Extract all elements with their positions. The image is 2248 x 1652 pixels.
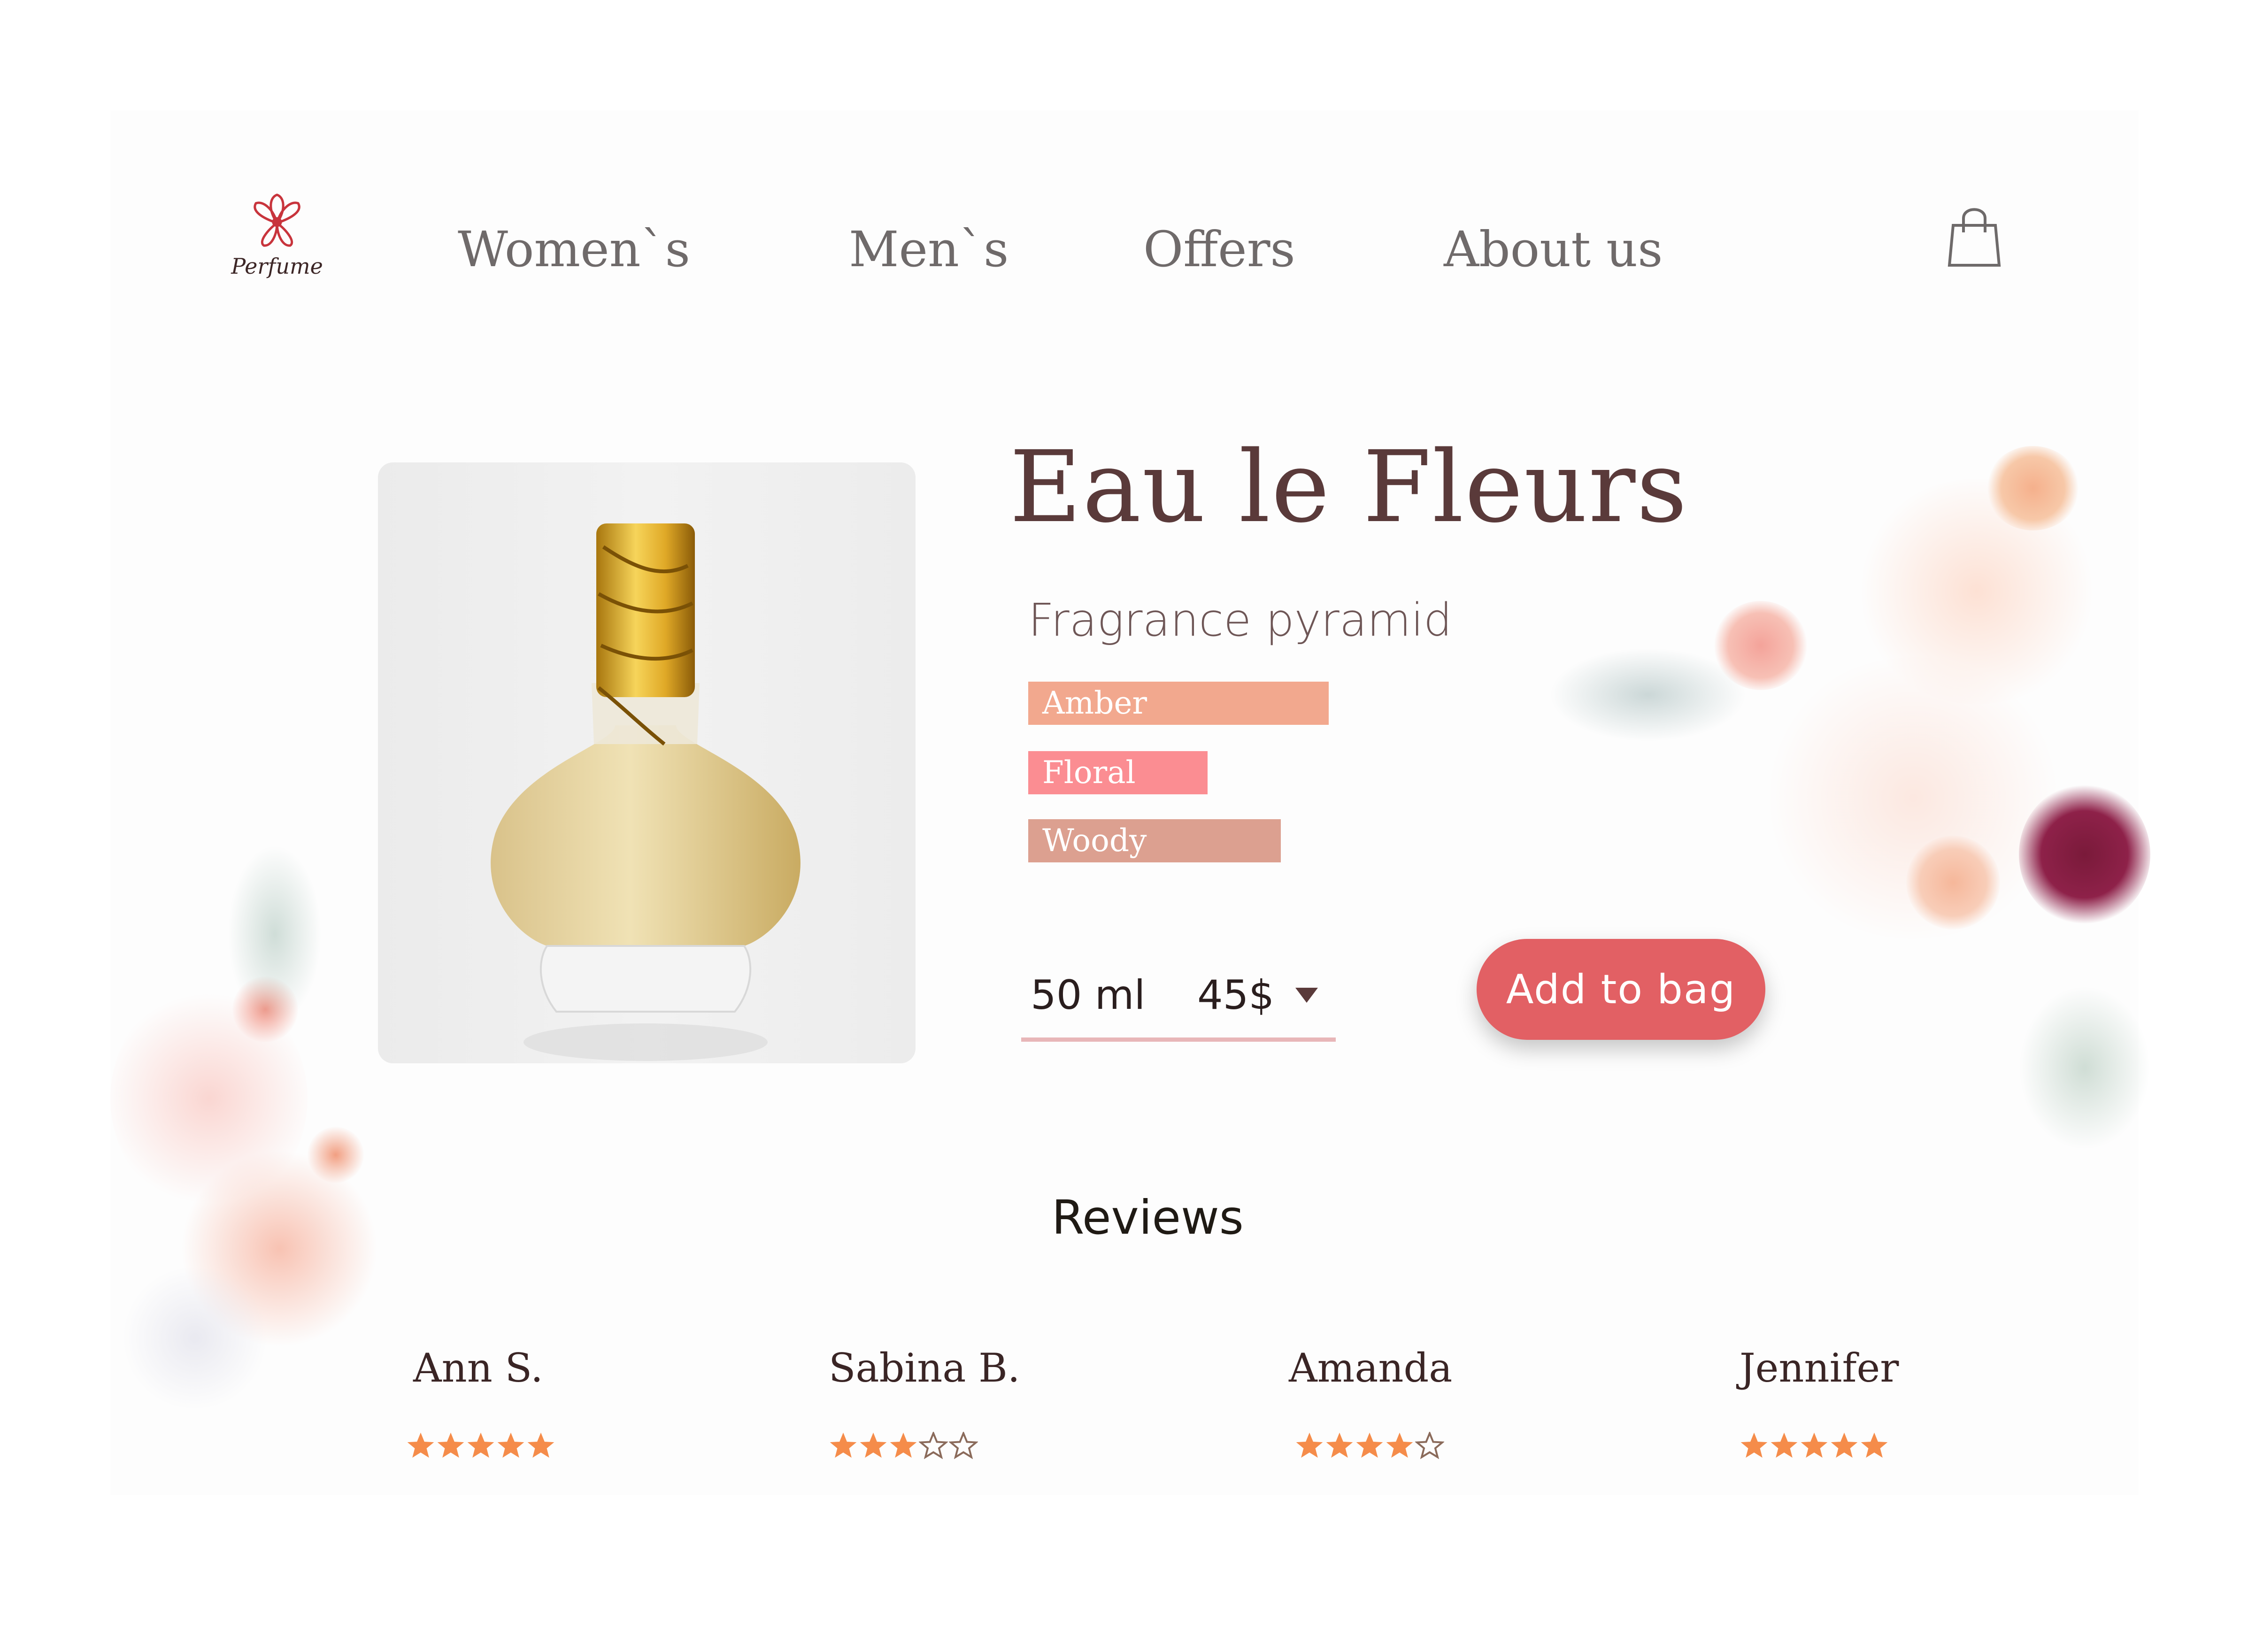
nav-offers[interactable]: Offers — [1143, 221, 1295, 278]
shopping-bag-icon[interactable] — [1944, 204, 2005, 270]
logo-text: Perfume — [231, 254, 323, 279]
reviewer-name: Jennifer — [1740, 1345, 1899, 1391]
reviewer-name: Sabina B. — [829, 1345, 1020, 1391]
star-filled-icon — [830, 1432, 857, 1458]
size-price: 45$ — [1197, 972, 1275, 1019]
reviews-title: Reviews — [1052, 1190, 1244, 1245]
flower-logo-icon — [254, 193, 300, 247]
star-filled-icon — [407, 1432, 434, 1458]
star-filled-icon — [1740, 1432, 1768, 1458]
perfume-bottle-illustration — [491, 523, 801, 1061]
star-filled-icon — [527, 1432, 554, 1458]
star-filled-icon — [890, 1432, 917, 1458]
star-filled-icon — [1861, 1432, 1888, 1458]
star-filled-icon — [1771, 1432, 1798, 1458]
fragrance-pyramid-title: Fragrance pyramid — [1028, 594, 1452, 646]
star-filled-icon — [467, 1432, 494, 1458]
star-rating — [1295, 1430, 1445, 1461]
note-floral: Floral — [1028, 751, 1208, 794]
decorative-flowers-left — [110, 845, 392, 1455]
star-empty-icon — [918, 1430, 949, 1460]
star-filled-icon — [437, 1432, 464, 1458]
star-filled-icon — [1296, 1432, 1323, 1458]
reviewer-name: Ann S. — [413, 1345, 543, 1391]
star-rating — [829, 1430, 979, 1461]
note-amber: Amber — [1028, 682, 1329, 725]
add-to-bag-button[interactable]: Add to bag — [1477, 939, 1765, 1040]
product-image — [378, 462, 916, 1063]
star-filled-icon — [1801, 1432, 1828, 1458]
product-title: Eau le Fleurs — [1009, 430, 1688, 545]
nav-about-us[interactable]: About us — [1444, 221, 1663, 278]
size-select[interactable]: 50 ml 45$ — [1021, 955, 1336, 1049]
star-empty-icon — [1414, 1430, 1445, 1460]
star-rating — [1740, 1432, 1890, 1461]
star-filled-icon — [860, 1432, 887, 1458]
select-underline — [1021, 1037, 1336, 1042]
note-woody: Woody — [1028, 819, 1281, 862]
star-filled-icon — [497, 1432, 524, 1458]
size-volume: 50 ml — [1031, 972, 1146, 1019]
brand-logo[interactable]: Perfume — [230, 190, 324, 298]
star-rating — [406, 1432, 556, 1461]
chevron-down-icon — [1295, 988, 1318, 1003]
nav-mens[interactable]: Men`s — [849, 221, 1009, 278]
star-filled-icon — [1356, 1432, 1383, 1458]
reviewer-name: Amanda — [1289, 1345, 1453, 1391]
star-filled-icon — [1386, 1432, 1413, 1458]
star-empty-icon — [948, 1430, 979, 1460]
nav-womens[interactable]: Women`s — [458, 221, 690, 278]
star-filled-icon — [1326, 1432, 1353, 1458]
star-filled-icon — [1831, 1432, 1858, 1458]
